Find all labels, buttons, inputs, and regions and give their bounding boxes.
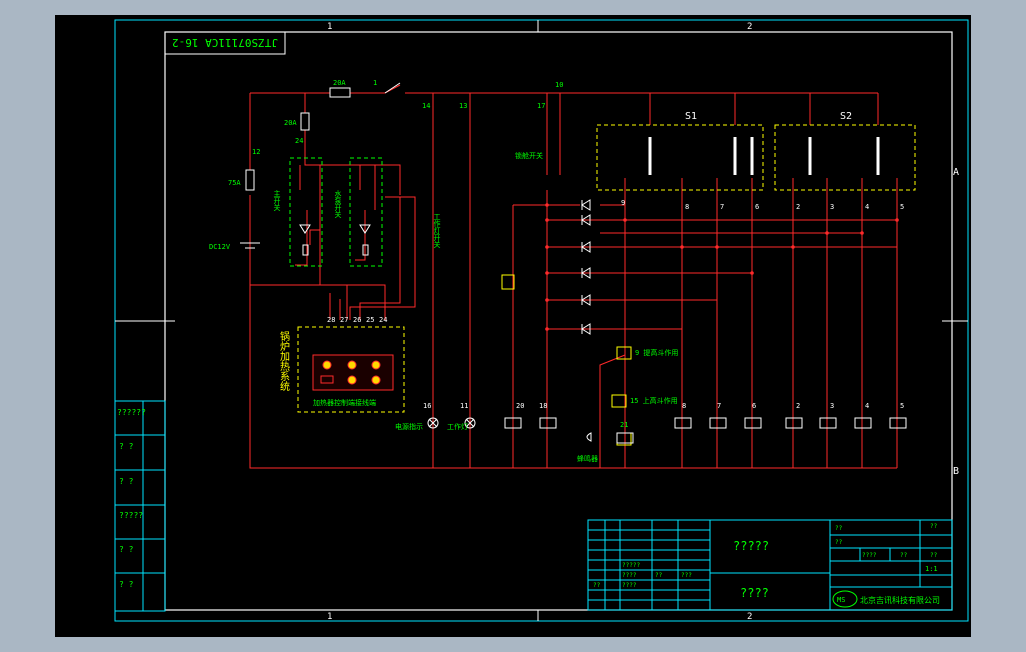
wire-num-10: 10: [555, 81, 563, 89]
relay-2-label: 15 上高斗作用: [630, 396, 678, 405]
load-num-3: 3: [830, 402, 834, 410]
zone-col-1-top: 1: [327, 22, 332, 32]
title-cell-6: ??: [930, 552, 938, 559]
title-scale: 1:1: [925, 565, 938, 573]
work-light-label: 工作灯: [447, 422, 468, 431]
panel-switch-bars: [648, 137, 880, 175]
title-cell-9: ??: [655, 572, 663, 579]
fuse-2: [300, 112, 310, 131]
lock-switch-label: 锁舱开关: [515, 151, 543, 160]
drawing-canvas: 1 2 1 2 A B JTZS07111CA 16-2 ????? ? ? ? …: [55, 15, 971, 637]
fuse-2-label: 20A: [284, 119, 297, 127]
load-num-5: 5: [900, 402, 904, 410]
load-num-2: 2: [796, 402, 800, 410]
zone-col-2-top: 2: [747, 22, 752, 32]
title-cell-11: ??: [593, 582, 601, 589]
main-switch-blade: [384, 82, 401, 94]
load-num-6: 6: [752, 402, 756, 410]
power-label: DC12V: [209, 243, 231, 251]
zone-col-2-bottom: 2: [747, 612, 752, 622]
zone-row-a: A: [953, 167, 959, 178]
work-light-switch-label: 工作灯开关: [433, 213, 441, 249]
heating-terminal-27: 27: [340, 316, 348, 324]
s2-num-3: 3: [830, 203, 834, 211]
title-main: ?????: [733, 539, 769, 553]
title-cell-10: ???: [681, 572, 692, 579]
s2-num-5: 5: [900, 203, 904, 211]
title-cell-7: ?????: [622, 562, 640, 569]
wiring: [249, 84, 898, 469]
load-row: [427, 417, 907, 444]
wire-num-12: 12: [252, 148, 260, 156]
wire-num-1: 1: [373, 79, 377, 87]
s1-num-9: 9: [621, 199, 625, 207]
s1-num-6: 6: [755, 203, 759, 211]
s1-panel: [596, 124, 764, 191]
title-cell-1: ??: [835, 525, 843, 532]
zone-row-b: B: [953, 466, 959, 477]
fuse-1-label: 20A: [333, 79, 346, 87]
title-cell-8: ????: [622, 572, 637, 579]
junction-dots: [545, 203, 899, 331]
load-num-20: 20: [516, 402, 524, 410]
wire-num-24: 24: [295, 137, 303, 145]
buzzer-label: 蜂鸣器: [577, 454, 598, 463]
heating-terminal-26: 26: [353, 316, 361, 324]
s1-num-8: 8: [685, 203, 689, 211]
fuse-3-label: 75A: [228, 179, 241, 187]
lock-relay: [501, 274, 515, 290]
main-switch-label: 主开关: [273, 189, 281, 212]
main-switch-box: [289, 157, 323, 267]
left-strip-label-2: ? ?: [119, 442, 134, 451]
left-strip-label-3: ? ?: [119, 477, 134, 486]
title-cell-12: ????: [622, 582, 637, 589]
load-num-4: 4: [865, 402, 869, 410]
s2-num-2: 2: [796, 203, 800, 211]
heating-terminal-25: 25: [366, 316, 374, 324]
load-num-7: 7: [717, 402, 721, 410]
load-num-8: 8: [682, 402, 686, 410]
load-num-11: 11: [460, 402, 468, 410]
pump-switch-label: 水泵开关: [334, 189, 342, 219]
rotated-drawing-number: JTZS07111CA 16-2: [172, 36, 278, 49]
title-cell-5: ??: [900, 552, 908, 559]
heating-terminal-block: [312, 354, 394, 391]
heating-box-caption: 加热器控制端接线端: [313, 398, 376, 407]
s1-num-7: 7: [720, 203, 724, 211]
heating-terminal-24: 24: [379, 316, 387, 324]
wire-num-14: 14: [422, 102, 430, 110]
relay-1-label: 9 提高斗作用: [635, 348, 678, 357]
left-strip-label-5: ? ?: [119, 545, 134, 554]
heating-system-label: 锅炉加热系统: [278, 331, 290, 391]
s1-label: S1: [685, 111, 697, 122]
left-strip-label-1: ??????: [117, 408, 146, 417]
title-cell-2: ??: [930, 523, 938, 530]
title-sub: ????: [740, 586, 769, 600]
title-cell-4: ????: [862, 552, 877, 559]
wire-num-17: 17: [537, 102, 545, 110]
relay-2: [611, 394, 627, 408]
fuse-3: [245, 169, 255, 191]
left-strip-label-6: ? ?: [119, 580, 134, 589]
load-num-18: 18: [539, 402, 547, 410]
left-strip-label-4: ?????: [119, 511, 143, 520]
company-logo-text: MS: [837, 596, 845, 604]
s2-label: S2: [840, 111, 852, 122]
zone-col-1-bottom: 1: [327, 612, 332, 622]
pump-switch-box: [349, 157, 383, 267]
load-num-16: 16: [423, 402, 431, 410]
fuse-1: [329, 87, 351, 98]
wire-num-13: 13: [459, 102, 467, 110]
title-cell-3: ??: [835, 539, 843, 546]
s2-num-4: 4: [865, 203, 869, 211]
switch-diode-1: [299, 224, 311, 234]
power-indicator-label: 电源指示: [395, 422, 423, 431]
schematic-drawing: 1 2 1 2 A B JTZS07111CA 16-2 ????? ? ? ? …: [114, 19, 969, 622]
company-name: 北京吉讯科技有限公司: [860, 595, 940, 605]
heating-terminal-28: 28: [327, 316, 335, 324]
relay-3-label: 21: [620, 421, 628, 429]
s2-panel: [774, 124, 916, 191]
